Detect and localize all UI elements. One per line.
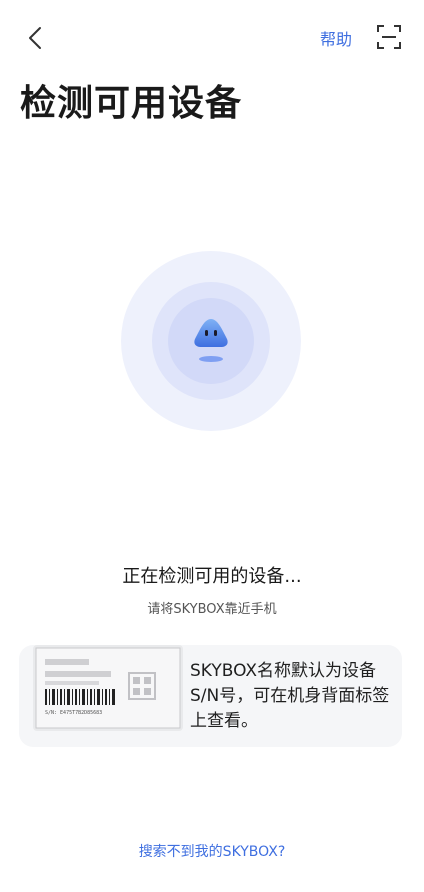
- scan-button[interactable]: [376, 24, 402, 50]
- scan-icon: [377, 25, 401, 49]
- skybox-mascot-icon: [194, 319, 228, 362]
- detect-status: 正在检测可用的设备...: [122, 566, 302, 587]
- detect-hint: 请将SKYBOX靠近手机: [147, 602, 277, 617]
- page-title: 检测可用设备: [20, 83, 243, 124]
- device-label-image: S/N: E475T7B2D85683: [33, 645, 183, 731]
- chevron-left-icon: [29, 27, 41, 49]
- info-card: S/N: E475T7B2D85683 SKYBOX名称默认为设备S/N号，可在…: [19, 645, 402, 747]
- info-card-text: SKYBOX名称默认为设备S/N号，可在机身背面标签上查看。: [190, 661, 390, 731]
- cant-find-skybox-link[interactable]: 搜索不到我的SKYBOX?: [0, 841, 424, 861]
- top-bar: 帮助: [0, 0, 424, 72]
- help-link[interactable]: 帮助: [320, 26, 352, 50]
- back-button[interactable]: [22, 24, 50, 52]
- label-illustration: S/N: E475T7B2D85683: [35, 647, 181, 729]
- radar-animation: [121, 251, 301, 431]
- sn-text: S/N: E475T7B2D85683: [45, 710, 102, 716]
